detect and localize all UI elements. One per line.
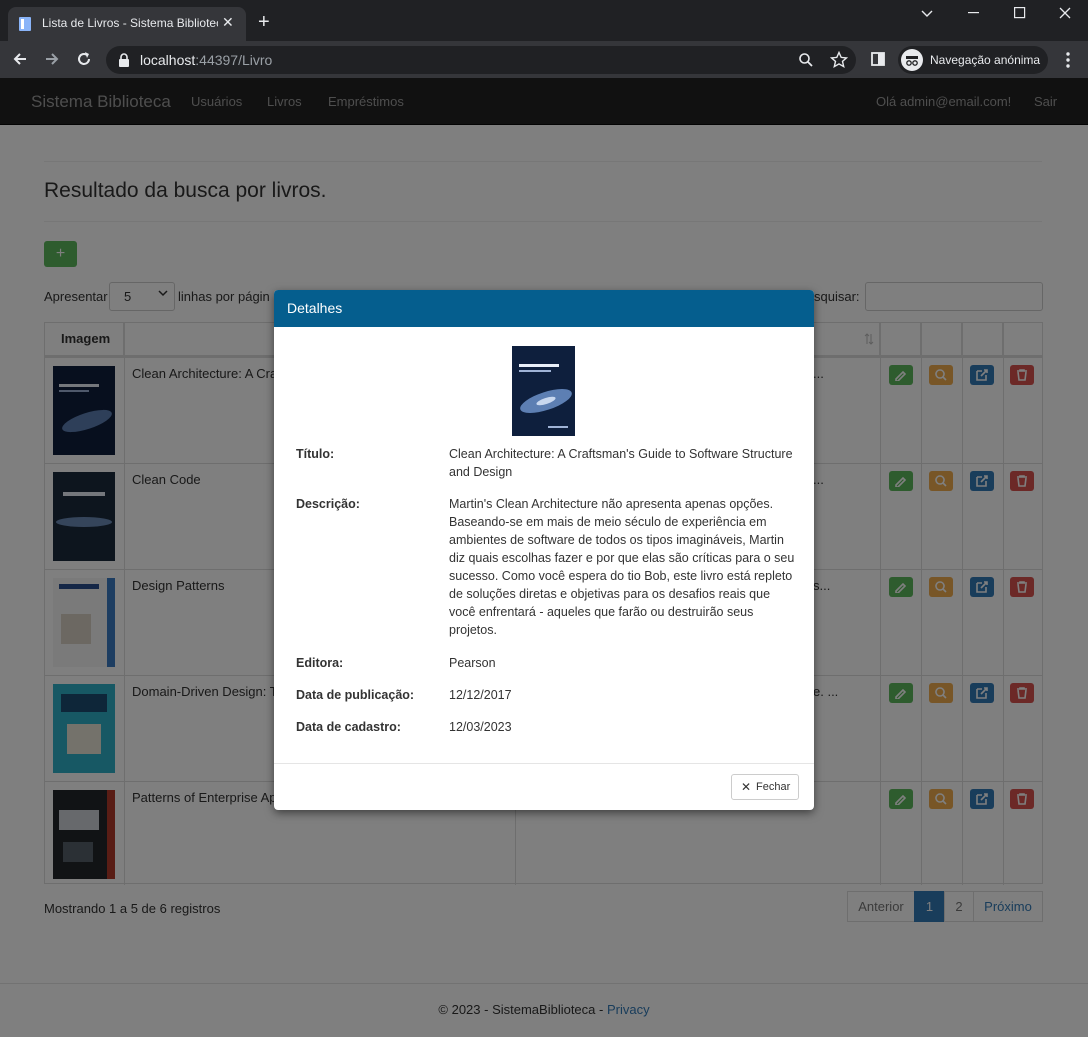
- incognito-badge[interactable]: Navegação anónima: [898, 46, 1048, 74]
- close-button[interactable]: ✕ Fechar: [731, 774, 799, 800]
- reload-icon[interactable]: [74, 49, 94, 69]
- field-value-titulo: Clean Architecture: A Craftsman's Guide …: [449, 447, 793, 479]
- field-label-data-publicacao: Data de publicação:: [296, 688, 415, 702]
- close-icon: ✕: [741, 780, 752, 794]
- book-cover-image: [512, 346, 575, 436]
- browser-toolbar: localhost:44397/Livro Navegação anónima: [0, 41, 1088, 78]
- browser-tabbar: Lista de Livros - Sistema Bibliotec ✕ +: [0, 0, 1088, 41]
- modal-footer: ✕ Fechar: [274, 763, 814, 810]
- new-tab-icon[interactable]: +: [258, 12, 270, 32]
- incognito-icon: [901, 49, 923, 71]
- lock-icon: [119, 53, 129, 67]
- field-label-descricao: Descrição:: [296, 497, 360, 511]
- field-value-data-cadastro: 12/03/2023: [449, 720, 512, 734]
- field-value-descricao: Martin's Clean Architecture não apresent…: [449, 497, 795, 637]
- bookmark-star-icon[interactable]: [830, 51, 848, 69]
- tab-close-icon[interactable]: ✕: [222, 14, 234, 31]
- url-text: localhost:44397/Livro: [140, 52, 273, 68]
- field-label-titulo: Título:: [296, 447, 335, 461]
- sidepanel-icon[interactable]: [871, 52, 886, 67]
- modal-header: Detalhes: [274, 290, 814, 327]
- minimize-icon[interactable]: [968, 12, 980, 14]
- field-label-data-cadastro: Data de cadastro:: [296, 720, 401, 734]
- close-window-icon[interactable]: [1059, 7, 1071, 19]
- close-label: Fechar: [756, 781, 791, 793]
- maximize-icon[interactable]: [1014, 7, 1026, 19]
- more-menu-icon[interactable]: [1066, 52, 1070, 68]
- back-icon[interactable]: [10, 49, 30, 69]
- details-modal: Detalhes Título: Clean Architecture: A C…: [274, 290, 814, 810]
- zoom-icon[interactable]: [798, 52, 814, 68]
- field-label-editora: Editora:: [296, 656, 344, 670]
- incognito-label: Navegação anónima: [930, 53, 1041, 67]
- tab-search-icon[interactable]: [920, 8, 934, 18]
- page-icon: [19, 17, 31, 31]
- field-value-data-publicacao: 12/12/2017: [449, 688, 512, 702]
- address-bar[interactable]: localhost:44397/Livro: [106, 46, 856, 74]
- field-value-editora: Pearson: [449, 656, 496, 670]
- modal-title: Detalhes: [287, 300, 343, 316]
- forward-icon[interactable]: [42, 49, 62, 69]
- browser-tab[interactable]: Lista de Livros - Sistema Bibliotec ✕: [8, 7, 246, 41]
- tab-title: Lista de Livros - Sistema Bibliotec: [42, 16, 218, 30]
